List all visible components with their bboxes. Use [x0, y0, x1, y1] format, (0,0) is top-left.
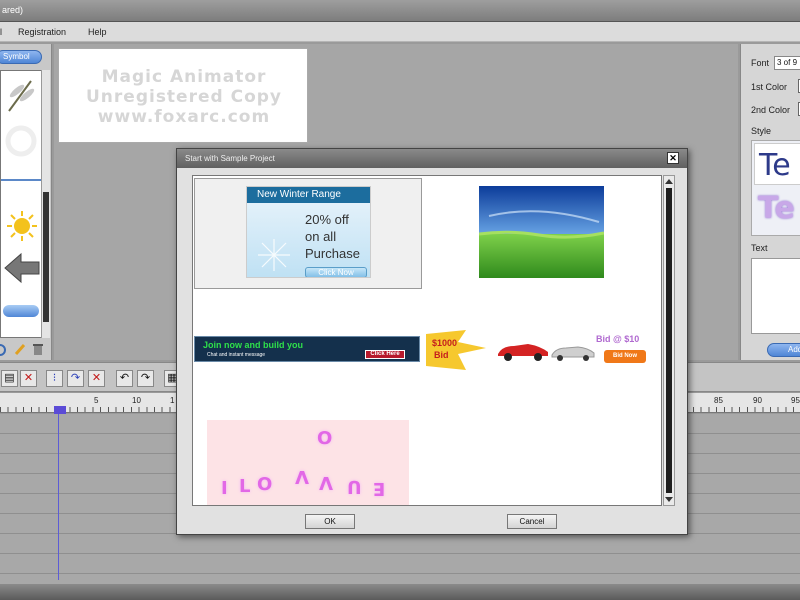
winter-click-now-button: Click Now: [305, 267, 367, 277]
watermark-line-2: Unregistered Copy: [86, 87, 282, 107]
motion-icon[interactable]: ↷: [67, 370, 84, 387]
banner-subtext: Chat and instant message: [207, 352, 266, 358]
font-select[interactable]: 3 of 9: [774, 56, 800, 70]
watermark-line-3: www.foxarc.com: [97, 107, 271, 127]
playhead-line: [58, 414, 59, 580]
text-properties-panel: Font 3 of 9 1st Color 2nd Color Style Te…: [740, 44, 800, 360]
redo-icon[interactable]: ↷: [137, 370, 154, 387]
playhead-handle[interactable]: [54, 406, 66, 414]
text-label: Text: [751, 243, 768, 253]
love-letter-i: I: [221, 478, 228, 499]
menu-item-file[interactable]: l: [0, 27, 2, 37]
winter-body: 20% off on all Purchase: [305, 212, 360, 261]
auction-bid-now-button: Bid Now: [604, 350, 646, 363]
second-color-label: 2nd Color: [751, 105, 791, 115]
menu-item-registration[interactable]: Registration: [18, 27, 66, 37]
ruler-tick-85: 85: [714, 396, 723, 405]
love-letter-v: V: [295, 466, 309, 487]
symbol-actions: [0, 342, 52, 358]
symbol-panel: Symbol: [0, 44, 52, 360]
cancel-button[interactable]: Cancel: [507, 514, 557, 529]
sample-item-join-banner[interactable]: Join now and build you Chat and instant …: [194, 336, 420, 362]
symbol-tab[interactable]: Symbol: [0, 50, 42, 64]
dragonfly-symbol[interactable]: [5, 77, 39, 115]
love-letter-e: V: [319, 472, 333, 493]
symbol-scrollbar[interactable]: [41, 70, 50, 338]
undo-icon[interactable]: ↶: [116, 370, 133, 387]
style-label: Style: [751, 126, 772, 136]
red-car-icon: [498, 344, 548, 361]
dialog-title: Start with Sample Project ✕: [177, 149, 687, 168]
auction-right-text: Bid @ $10: [596, 334, 640, 344]
blue-bar-symbol[interactable]: [3, 305, 39, 317]
sample-item-landscape[interactable]: [479, 186, 604, 278]
style-option-2[interactable]: Te: [754, 189, 800, 233]
symbol-list: [0, 70, 42, 338]
auction-price: $1000: [432, 338, 458, 348]
sample-item-love[interactable]: O I L O V V U E: [207, 420, 409, 505]
add-button[interactable]: Add: [767, 343, 800, 357]
silver-car-icon: [551, 346, 595, 361]
status-bar: [0, 584, 800, 600]
arrow-left-icon[interactable]: [3, 251, 41, 285]
menu-bar: l Registration Help: [0, 22, 800, 42]
trash-icon[interactable]: [32, 343, 44, 355]
ring-symbol[interactable]: [3, 123, 39, 159]
style-sample-text-2: Te: [758, 191, 795, 226]
snowflake-icon: [258, 239, 290, 271]
dialog-title-text: Start with Sample Project: [185, 154, 275, 163]
menu-item-help[interactable]: Help: [88, 27, 107, 37]
refresh-icon[interactable]: [0, 344, 8, 356]
scrollbar-thumb[interactable]: [43, 192, 49, 322]
ruler-tick-15: 1: [170, 396, 175, 405]
title-bar: ared): [0, 0, 800, 22]
style-gallery[interactable]: Te Te: [751, 140, 800, 236]
banner-click-here-button: Click Here: [365, 350, 405, 359]
love-letter-o: O: [317, 428, 333, 449]
ruler-tick-10: 10: [132, 396, 141, 405]
love-letter-o2: O: [257, 474, 273, 495]
sample-item-auction[interactable]: $1000 Bid Bid @ $10 Bid Now: [426, 330, 656, 370]
style-option-1[interactable]: Te: [754, 143, 800, 185]
divider-line-symbol[interactable]: [1, 179, 41, 181]
delete-icon[interactable]: ✕: [20, 370, 37, 387]
font-label: Font: [751, 58, 770, 68]
love-letter-y: U: [347, 476, 362, 497]
sample-item-winter[interactable]: New Winter Range 20% off on all Purchase…: [246, 186, 371, 278]
dialog-scrollbar-thumb[interactable]: [666, 188, 672, 493]
scroll-down-icon[interactable]: [665, 497, 673, 502]
close-icon[interactable]: ✕: [667, 152, 679, 164]
first-color-label: 1st Color: [751, 82, 788, 92]
banner-heading: Join now and build you: [203, 340, 303, 350]
sample-list: New Winter Range 20% off on all Purchase…: [192, 175, 662, 506]
winter-header: New Winter Range: [247, 187, 370, 203]
scroll-up-icon[interactable]: [665, 179, 673, 184]
love-letter-u: E: [373, 478, 386, 499]
ok-button[interactable]: OK: [305, 514, 355, 529]
pencil-icon[interactable]: [14, 343, 26, 355]
sample-project-dialog: Start with Sample Project ✕ New Winter R…: [176, 148, 688, 535]
watermark-line-1: Magic Animator: [101, 67, 267, 87]
auction-bid: Bid: [434, 350, 449, 360]
dialog-scrollbar[interactable]: [663, 175, 675, 506]
ruler-tick-90: 90: [753, 396, 762, 405]
remove-frame-icon[interactable]: ✕: [88, 370, 105, 387]
insert-frame-icon[interactable]: ⁝: [46, 370, 63, 387]
window-title: ared): [2, 5, 24, 15]
canvas[interactable]: Magic Animator Unregistered Copy www.fox…: [58, 48, 308, 143]
text-input[interactable]: [751, 258, 800, 334]
ruler-tick-5: 5: [94, 396, 99, 405]
love-letter-l: L: [239, 476, 251, 497]
ruler-tick-95: 95: [791, 396, 800, 405]
paste-icon[interactable]: ▤: [1, 370, 18, 387]
sun-icon[interactable]: [5, 209, 39, 243]
style-sample-text: Te: [759, 148, 791, 183]
